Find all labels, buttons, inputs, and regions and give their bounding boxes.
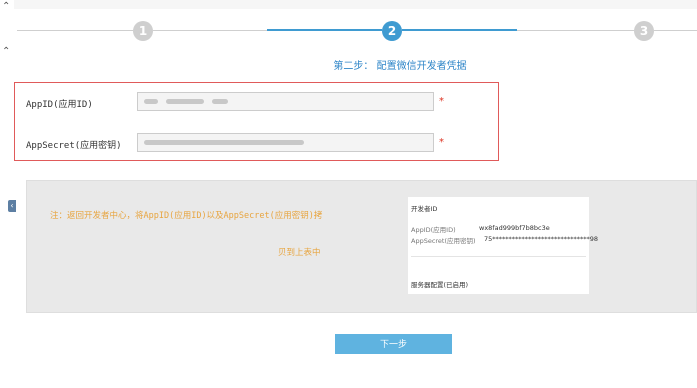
instruction-line-1: 注：返回开发者中心，将AppID(应用ID)以及AppSecret(应用密钥)拷: [50, 211, 323, 221]
developer-card-title: 开发者ID: [411, 205, 438, 213]
appsecret-label: AppSecret(应用密钥): [26, 141, 122, 151]
blurred-text: [166, 99, 204, 104]
side-collapse-icon[interactable]: ‹: [8, 200, 16, 212]
blurred-text: [144, 140, 304, 145]
appsecret-input[interactable]: [137, 133, 434, 152]
step-line-active-left: [267, 29, 382, 31]
developer-id-card: 开发者ID AppID(应用ID) wx8fad999bf7b8bc3e App…: [408, 197, 598, 294]
appid-key: AppID(应用ID): [411, 226, 456, 234]
appid-label: AppID(应用ID): [26, 100, 93, 110]
step-line-3: [517, 30, 634, 31]
step-title: 第二步： 配置微信开发者凭据: [333, 61, 467, 72]
left-gutter: ⌃ ⌃: [0, 0, 14, 388]
step-3-circle: 3: [634, 21, 654, 41]
appsecret-key: AppSecret(应用密钥): [411, 237, 476, 245]
appsecret-sample-value: 75******************************98: [484, 235, 599, 243]
appid-input[interactable]: [137, 92, 434, 111]
instruction-panel: [26, 180, 697, 313]
top-strip: [14, 0, 697, 9]
next-step-button[interactable]: 下一步: [335, 334, 452, 354]
step-2-circle: 2: [382, 21, 402, 41]
step-line-active-right: [402, 29, 517, 31]
server-config-label: 服务器配置(已启用): [411, 281, 469, 289]
required-mark: *: [439, 137, 444, 148]
step-line-1: [17, 30, 133, 31]
instruction-line-2: 贝到上表中: [278, 248, 321, 258]
blurred-text: [144, 99, 158, 104]
step-line-4: [654, 30, 697, 31]
card-divider: [411, 256, 586, 257]
chevron-up-icon[interactable]: ⌃: [2, 2, 10, 12]
required-mark: *: [439, 96, 444, 107]
blurred-text: [212, 99, 228, 104]
step-line-2: [153, 30, 267, 31]
step-1-circle: 1: [133, 21, 153, 41]
appid-sample-value: wx8fad999bf7b8bc3e: [479, 224, 550, 232]
chevron-up-icon[interactable]: ⌃: [2, 47, 10, 57]
